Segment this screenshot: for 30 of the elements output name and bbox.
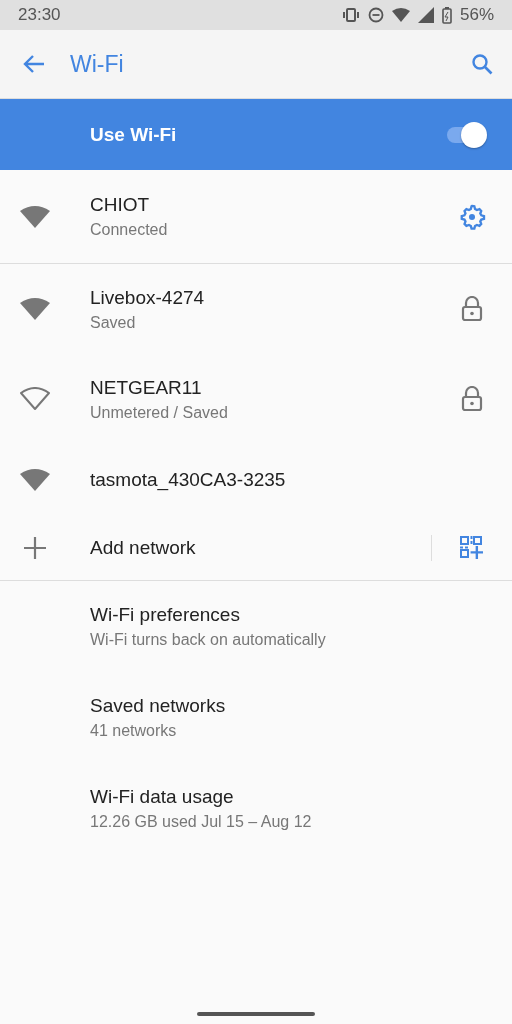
battery-icon [441,6,452,24]
network-name[interactable]: NETGEAR11 [90,376,432,399]
preference-title[interactable]: Saved networks [90,695,512,717]
add-network-label[interactable]: Add network [90,537,431,559]
preference-title[interactable]: Wi-Fi data usage [90,786,512,808]
vibrate-icon [341,8,360,22]
home-handle[interactable] [197,1012,315,1016]
toggle-thumb[interactable] [461,121,487,148]
network-name[interactable]: Livebox-4274 [90,286,432,309]
preference-summary: Wi-Fi turns back on automatically [90,631,327,649]
wifi-signal-icon [391,8,410,22]
do-not-disturb-icon [367,7,384,23]
cell-signal-icon [417,7,434,23]
use-wifi-label: Use Wi-Fi [90,123,177,146]
network-status: Saved [90,313,137,332]
page-title: Wi-Fi [70,50,124,78]
preference-title[interactable]: Wi-Fi preferences [90,604,512,626]
settings-icon [458,202,486,231]
search-icon [471,53,493,75]
network-status: Connected [90,221,169,239]
plus-icon [24,537,46,559]
preference-summary: 12.26 GB used Jul 15 – Aug 12 [90,813,313,831]
battery-percent: 56% [459,5,494,25]
back-arrow-icon [23,54,45,74]
qr-code-icon [460,536,484,560]
network-name[interactable]: tasmota_430CA3-3235 [90,469,432,491]
status-time: 23:30 [18,5,61,25]
network-status: Unmetered / Saved [90,403,229,422]
preference-summary: 41 networks [90,722,178,740]
network-name[interactable]: CHIOT [90,194,432,216]
